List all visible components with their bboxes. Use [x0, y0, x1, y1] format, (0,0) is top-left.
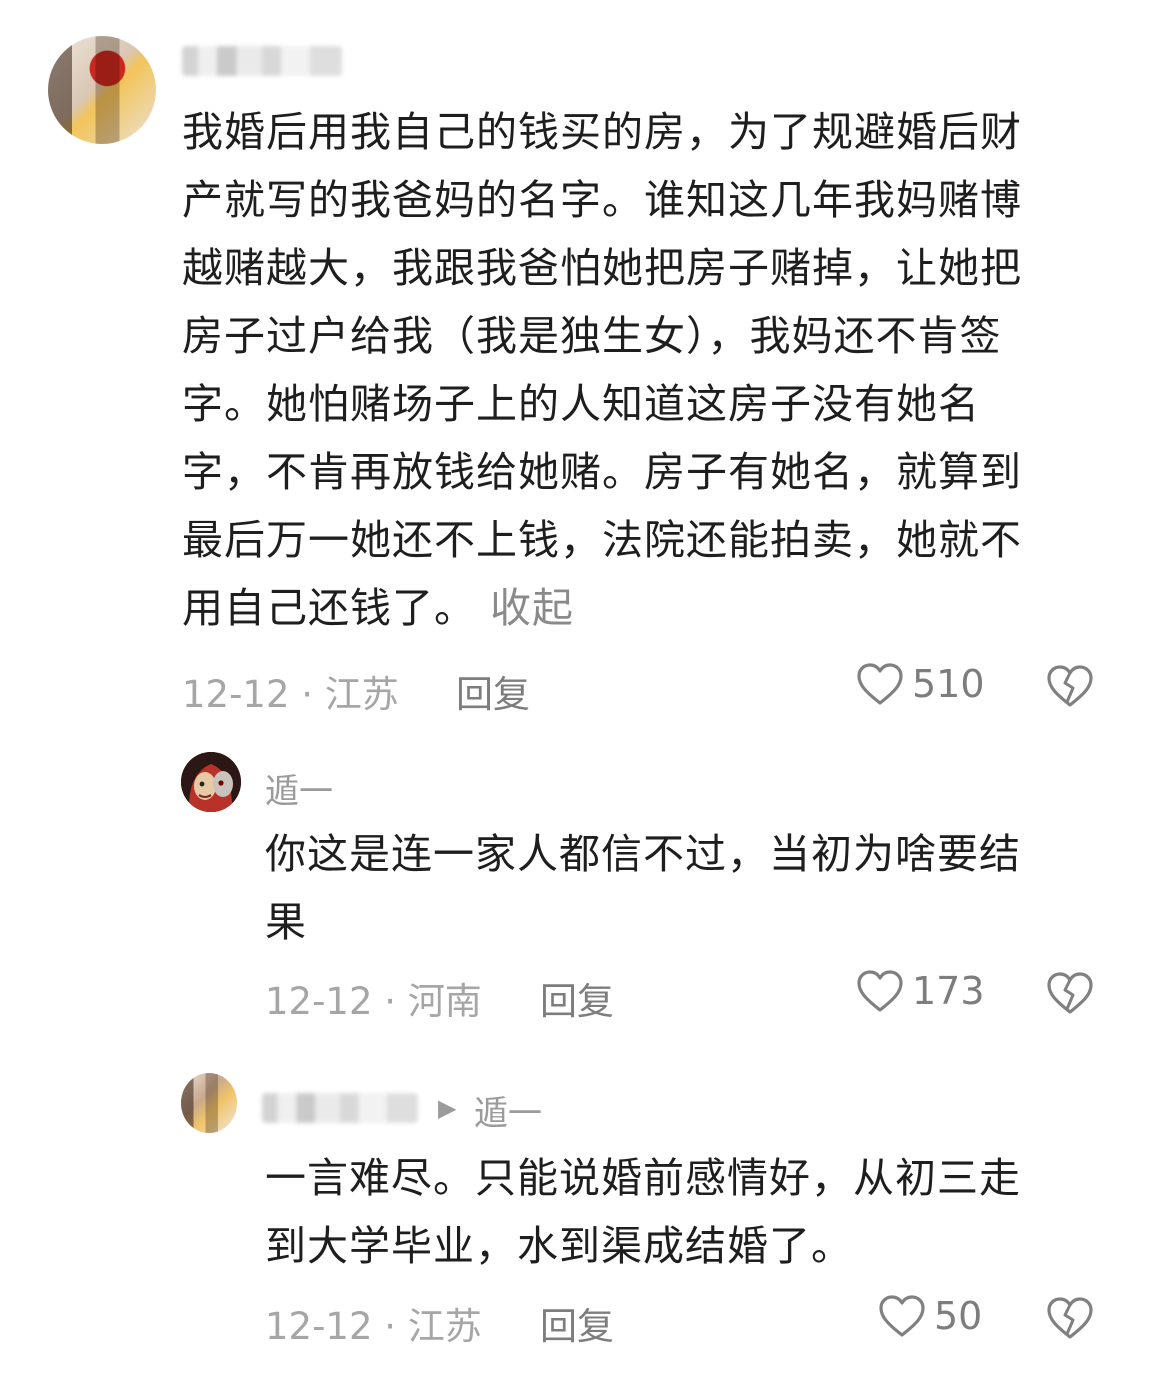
comment-text-reply-2: 一言难尽。只能说婚前感情好，从初三走 到大学毕业，水到渠成结婚了。 — [265, 1144, 1105, 1280]
username-blurred[interactable] — [262, 1093, 418, 1123]
avatar-illustration — [181, 752, 241, 812]
like-button[interactable]: 173 — [856, 969, 985, 1013]
like-button[interactable]: 510 — [856, 662, 985, 706]
comment-date: 12-12 — [182, 673, 290, 716]
comment-text-main: 我婚后用我自己的钱买的房，为了规避婚后财 产就写的我爸妈的名字。谁知这几年我妈赌… — [182, 98, 1102, 642]
comment-line: 字。她怕赌场子上的人知道这房子没有她名 — [182, 380, 980, 428]
heart-outline-icon — [857, 970, 903, 1012]
heart-outline-icon — [879, 1295, 925, 1337]
dislike-button[interactable] — [1046, 971, 1094, 1019]
username-blurred[interactable] — [182, 46, 342, 76]
reply-button[interactable]: 回复 — [456, 664, 530, 718]
comment-line: 我婚后用我自己的钱买的房，为了规避婚后财 — [182, 108, 1022, 156]
broken-heart-icon — [1047, 665, 1093, 707]
comment-line: 越赌越大，我跟我爸怕她把房子赌掉，让她把 — [182, 244, 1022, 292]
comment-line: 房子过户给我（我是独生女），我妈还不肯签 — [182, 312, 1002, 360]
broken-heart-icon — [1047, 1297, 1093, 1339]
reply-button[interactable]: 回复 — [540, 971, 614, 1025]
comment-line: 产就写的我爸妈的名字。谁知这几年我妈赌博 — [182, 176, 1022, 224]
dislike-button[interactable] — [1046, 1296, 1094, 1344]
avatar-reply-1[interactable] — [181, 752, 241, 812]
comment-line: 你这是连一家人都信不过，当初为啥要结 — [265, 830, 1021, 878]
comment-line-last: 用自己还钱了。 — [182, 584, 476, 632]
dislike-button[interactable] — [1046, 664, 1094, 712]
broken-heart-icon — [1047, 972, 1093, 1014]
username-reply-1[interactable]: 遁一 — [265, 764, 333, 813]
comment-location: 江苏 — [324, 673, 399, 716]
meta-separator: · — [384, 980, 397, 1023]
meta-separator: · — [301, 673, 314, 716]
avatar-reply-2[interactable] — [181, 1073, 237, 1133]
reply-to-username[interactable]: 遁一 — [474, 1086, 542, 1135]
comment-line: 字，不肯再放钱给她赌。房子有她名，就算到 — [182, 448, 1022, 496]
heart-outline-icon — [857, 663, 903, 705]
comment-line: 一言难尽。只能说婚前感情好，从初三走 — [265, 1154, 1021, 1202]
comment-location: 河南 — [407, 980, 482, 1023]
like-button[interactable]: 50 — [878, 1294, 982, 1338]
like-count: 173 — [912, 969, 985, 1013]
comment-line: 到大学毕业，水到渠成结婚了。 — [265, 1222, 853, 1270]
comment-location: 江苏 — [407, 1305, 482, 1348]
avatar-main-commenter[interactable] — [48, 36, 156, 144]
triangle-right-icon: ▶ — [438, 1094, 457, 1122]
like-count: 50 — [934, 1294, 983, 1338]
meta-separator: · — [384, 1305, 397, 1348]
comment-date: 12-12 — [265, 980, 373, 1023]
comment-line: 用自己还钱了。 收起 — [182, 574, 1102, 642]
comment-line: 果 — [265, 898, 307, 946]
like-count: 510 — [912, 662, 985, 706]
comment-text-reply-1: 你这是连一家人都信不过，当初为啥要结 果 — [265, 820, 1105, 956]
comment-line: 最后万一她还不上钱，法院还能拍卖，她就不 — [182, 516, 1022, 564]
comment-meta: 12-12 · 江苏 — [265, 1296, 482, 1350]
comment-meta: 12-12 · 河南 — [265, 971, 482, 1025]
reply-button[interactable]: 回复 — [540, 1296, 614, 1350]
comment-meta: 12-12 · 江苏 — [182, 664, 399, 718]
comment-date: 12-12 — [265, 1305, 373, 1348]
collapse-button[interactable]: 收起 — [490, 584, 574, 632]
